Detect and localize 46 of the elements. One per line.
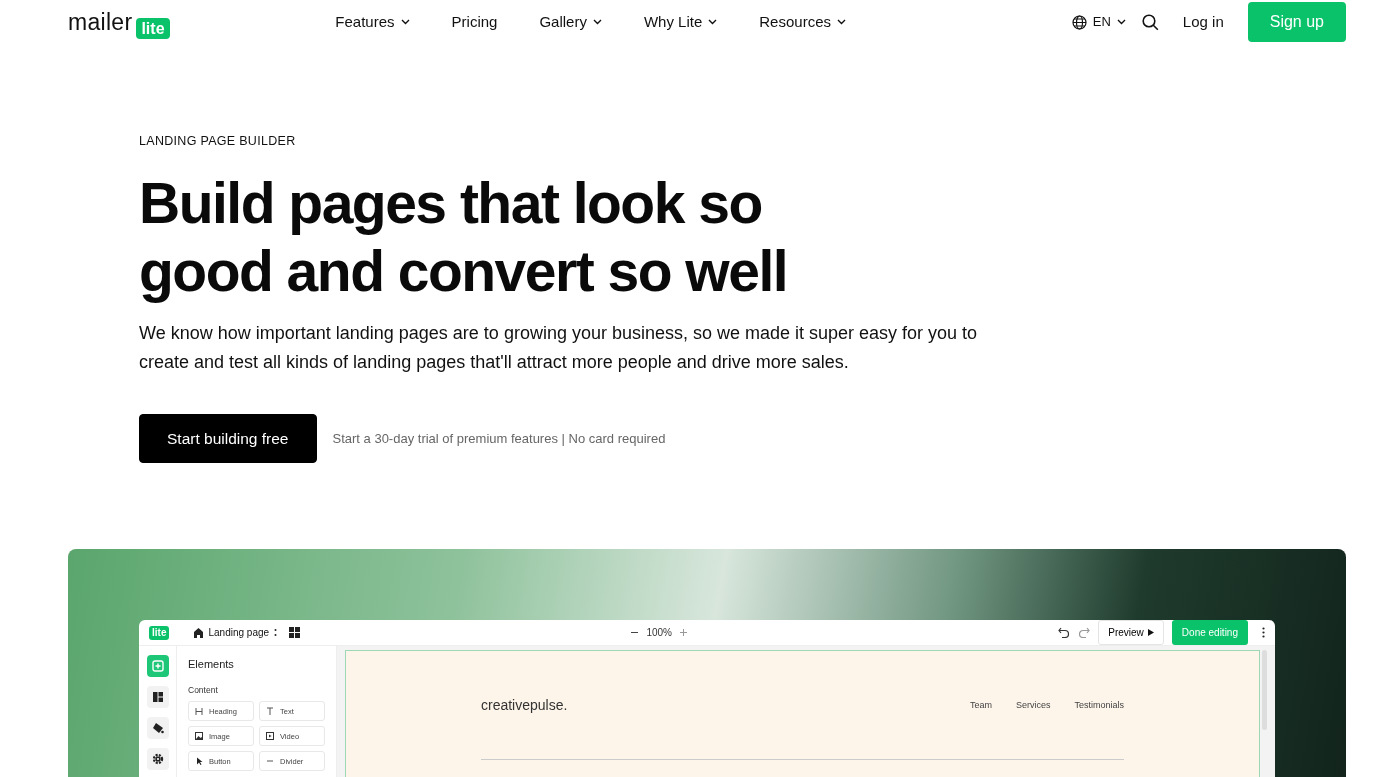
- sidebar-tool[interactable]: [146, 717, 169, 739]
- logo-wordmark[interactable]: mailer: [68, 4, 133, 40]
- grid-icon[interactable]: [289, 627, 301, 638]
- paint-bucket-icon: [151, 722, 164, 734]
- preview-button[interactable]: Preview: [1098, 620, 1164, 645]
- chevron-down-icon: [1116, 19, 1126, 25]
- plus-icon[interactable]: [679, 629, 687, 636]
- hero-heading: Build pages that look so good and convert so well: [139, 169, 789, 305]
- nav-link[interactable]: Pricing: [451, 10, 498, 34]
- more-vertical-icon[interactable]: [274, 628, 278, 637]
- site-brand: creativepulse.: [481, 696, 568, 715]
- globe-icon: [1071, 14, 1087, 30]
- nav-link[interactable]: Resources: [759, 10, 846, 34]
- site-nav-link[interactable]: Testimonials: [1074, 698, 1124, 713]
- site-nav-link[interactable]: Services: [1015, 698, 1051, 713]
- trial-note: Start a 30-day trial of premium features | No card required: [332, 429, 666, 448]
- login-link[interactable]: Log in: [1182, 10, 1224, 34]
- panel-title: Elements: [188, 657, 235, 672]
- section-label: Content: [188, 683, 219, 697]
- sidebar-tool[interactable]: [146, 748, 169, 770]
- language-selector[interactable]: EN: [1071, 12, 1126, 32]
- heading-icon: [195, 707, 203, 716]
- add-icon: [151, 660, 164, 672]
- layout-icon: [151, 691, 164, 703]
- redo-icon[interactable]: [1078, 627, 1091, 638]
- nav-link[interactable]: Features: [335, 10, 410, 34]
- text-icon: [266, 707, 274, 716]
- search-icon[interactable]: [1141, 13, 1159, 31]
- video-icon: [266, 732, 274, 741]
- nav-link[interactable]: Gallery: [539, 10, 602, 34]
- site-nav-link[interactable]: Team: [969, 698, 992, 713]
- cursor-icon: [195, 757, 203, 766]
- image-icon: [195, 732, 203, 741]
- more-vertical-icon[interactable]: [1262, 627, 1265, 638]
- page-name-menu[interactable]: Landing page: [208, 625, 270, 640]
- home-icon[interactable]: [193, 627, 205, 638]
- start-building-button[interactable]: Start building free: [139, 413, 317, 463]
- play-icon: [1147, 629, 1154, 636]
- nav-link[interactable]: Why Lite: [643, 10, 718, 34]
- zoom-level: 100%: [646, 626, 672, 640]
- gear-icon: [151, 753, 164, 765]
- eyebrow-label: LANDING PAGE BUILDER: [139, 133, 297, 150]
- sidebar-tool[interactable]: [146, 686, 169, 708]
- minus-icon[interactable]: [631, 629, 639, 636]
- undo-icon[interactable]: [1058, 627, 1071, 638]
- hero-description: We know how important landing pages are to growing your business, so we made it super easy for you to create and test all kinds of landing pages that'll attract more people and drive more sales.: [139, 321, 979, 374]
